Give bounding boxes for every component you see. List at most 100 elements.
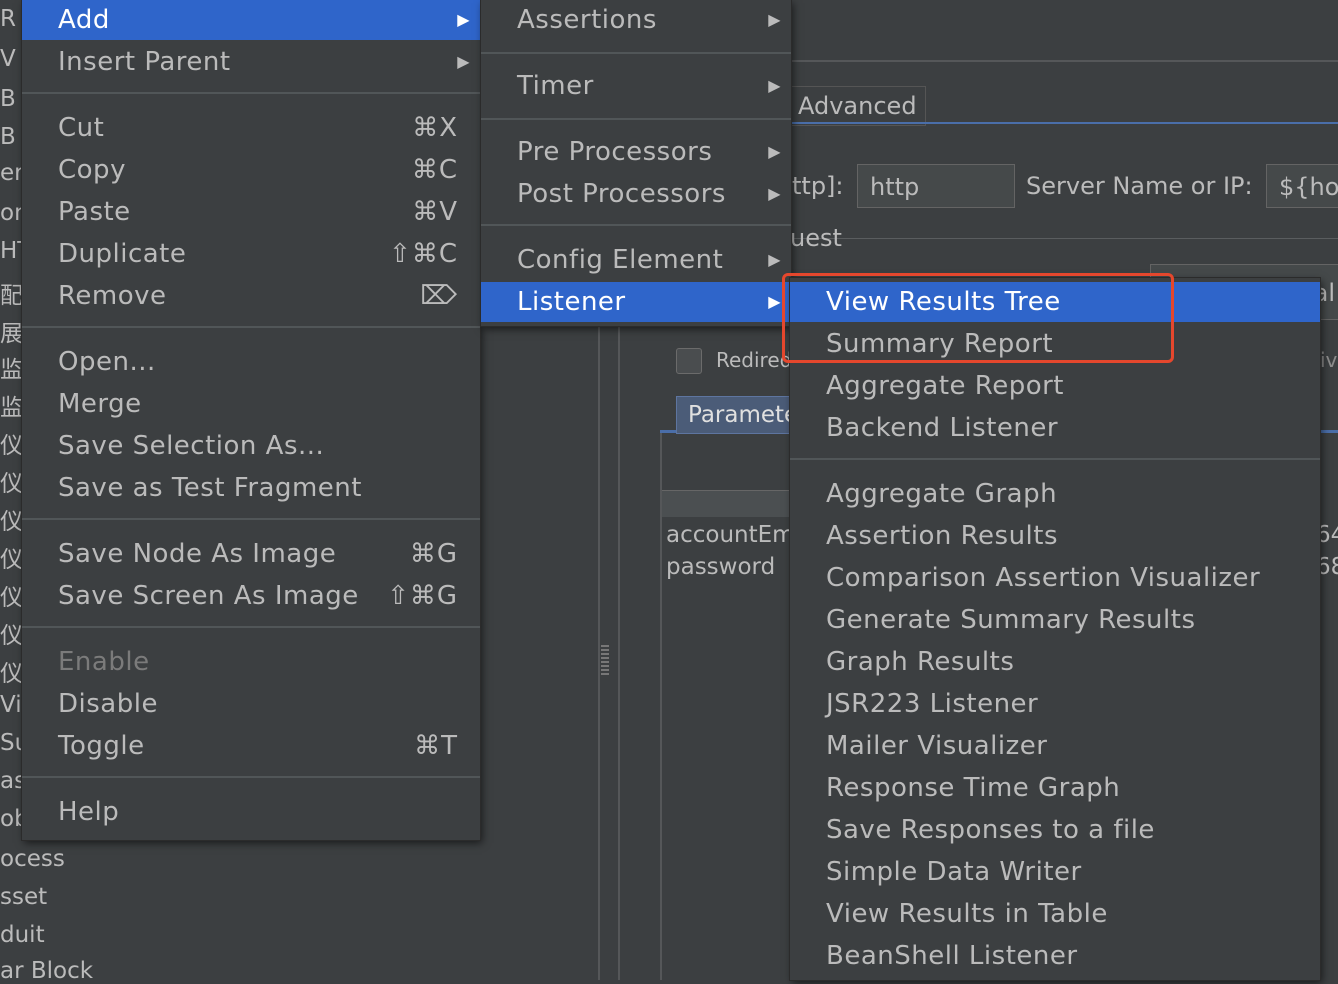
menu-item-jsr223-listener[interactable]: JSR223 Listener (790, 684, 1320, 724)
menu-item-duplicate[interactable]: Duplicate ⇧⌘C (22, 234, 480, 274)
submenu-arrow-icon: ▶ (768, 292, 781, 311)
menu-item-view-results-in-table[interactable]: View Results in Table (790, 894, 1320, 934)
menu-item-label: Simple Data Writer (826, 857, 1082, 887)
menu-item-config-element[interactable]: Config Element ▶ (481, 240, 791, 280)
menu-item-save-as-test-fragment[interactable]: Save as Test Fragment (22, 468, 480, 508)
menu-item-cut[interactable]: Cut ⌘X (22, 108, 480, 148)
menu-item-paste[interactable]: Paste ⌘V (22, 192, 480, 232)
listener-submenu: View Results Tree Summary Report Aggregate… (790, 278, 1320, 980)
menu-item-label: Mailer Visualizer (826, 731, 1048, 761)
menu-item-assertion-results[interactable]: Assertion Results (790, 516, 1320, 556)
menu-item-generate-summary-results[interactable]: Generate Summary Results (790, 600, 1320, 640)
menu-item-beanshell-listener[interactable]: BeanShell Listener (790, 936, 1320, 976)
tree-node[interactable]: ocess (0, 846, 65, 872)
menu-item-enable[interactable]: Enable (22, 642, 480, 682)
menu-item-save-responses-to-a-file[interactable]: Save Responses to a file (790, 810, 1320, 850)
menu-item-label: JSR223 Listener (826, 689, 1039, 719)
menu-item-label: Duplicate (58, 239, 187, 269)
menu-item-label: Save Node As Image (58, 539, 337, 569)
param-name-cell[interactable]: password (666, 554, 775, 580)
tree-node[interactable]: sset (0, 884, 47, 910)
menu-item-label: Graph Results (826, 647, 1015, 677)
tree-node[interactable]: B (0, 86, 16, 112)
menu-item-help[interactable]: Help (22, 792, 480, 832)
menu-item-label: Save Screen As Image (58, 581, 359, 611)
menu-item-disable[interactable]: Disable (22, 684, 480, 724)
panel-divider (598, 326, 600, 980)
splitter-handle[interactable] (601, 645, 609, 677)
menu-item-graph-results[interactable]: Graph Results (790, 642, 1320, 682)
redirect-checkbox[interactable] (676, 348, 702, 374)
shortcut-label: ⌘C (411, 155, 458, 185)
context-menu: Add ▶ Insert Parent ▶ Cut ⌘X Copy ⌘C Paste ⌘V Dupl… (22, 0, 480, 840)
menu-item-label: Generate Summary Results (826, 605, 1196, 635)
menu-item-label: Response Time Graph (826, 773, 1121, 803)
tree-node[interactable]: R (0, 6, 16, 32)
menu-item-label: Enable (58, 647, 150, 677)
menu-item-label: Paste (58, 197, 131, 227)
menu-item-summary-report[interactable]: Summary Report (790, 324, 1320, 364)
menu-item-post-processors[interactable]: Post Processors ▶ (481, 174, 791, 214)
menu-item-label: Save Selection As... (58, 431, 325, 461)
menu-item-copy[interactable]: Copy ⌘C (22, 150, 480, 190)
menu-item-save-screen-as-image[interactable]: Save Screen As Image ⇧⌘G (22, 576, 480, 616)
menu-item-label: View Results Tree (826, 287, 1061, 317)
menu-item-label: Listener (517, 287, 626, 317)
menu-item-label: Comparison Assertion Visualizer (826, 563, 1261, 593)
tree-node[interactable]: V (0, 46, 16, 72)
menu-item-save-selection-as[interactable]: Save Selection As... (22, 426, 480, 466)
tree-node[interactable]: ar Block (0, 958, 93, 984)
tree-node[interactable]: B (0, 124, 16, 150)
menu-item-label: Timer (517, 71, 594, 101)
submenu-arrow-icon: ▶ (768, 10, 781, 29)
menu-item-merge[interactable]: Merge (22, 384, 480, 424)
tab-advanced[interactable]: Advanced (789, 86, 926, 126)
menu-item-label: Cut (58, 113, 105, 143)
menu-item-label: Disable (58, 689, 158, 719)
param-name-cell[interactable]: accountEm (666, 522, 795, 548)
menu-item-label: Aggregate Report (826, 371, 1064, 401)
menu-item-view-results-tree[interactable]: View Results Tree (790, 282, 1320, 322)
menu-item-toggle[interactable]: Toggle ⌘T (22, 726, 480, 766)
menu-item-remove[interactable]: Remove ⌦ (22, 276, 480, 316)
tab-parameters[interactable]: Parameters (676, 396, 796, 434)
menu-item-open[interactable]: Open... (22, 342, 480, 382)
params-table-header (662, 490, 792, 517)
menu-item-response-time-graph[interactable]: Response Time Graph (790, 768, 1320, 808)
menu-item-comparison-assertion-visualizer[interactable]: Comparison Assertion Visualizer (790, 558, 1320, 598)
protocol-label: ttp]: (792, 172, 844, 200)
menu-item-label: Aggregate Graph (826, 479, 1058, 509)
redirect-label: Redired (716, 348, 793, 372)
menu-item-label: Backend Listener (826, 413, 1059, 443)
menu-item-save-node-as-image[interactable]: Save Node As Image ⌘G (22, 534, 480, 574)
menu-separator (22, 626, 480, 628)
menu-item-aggregate-graph[interactable]: Aggregate Graph (790, 474, 1320, 514)
shortcut-label: ⇧⌘C (389, 239, 458, 269)
menu-item-add[interactable]: Add ▶ (22, 0, 480, 40)
submenu-arrow-icon: ▶ (768, 76, 781, 95)
menu-item-assertions[interactable]: Assertions ▶ (481, 0, 791, 40)
server-name-field[interactable]: ${hos (1266, 164, 1338, 208)
shortcut-label: ⌘V (412, 197, 458, 227)
menu-item-label: Copy (58, 155, 126, 185)
menu-item-listener[interactable]: Listener ▶ (481, 282, 791, 322)
menu-item-pre-processors[interactable]: Pre Processors ▶ (481, 132, 791, 172)
menu-item-simple-data-writer[interactable]: Simple Data Writer (790, 852, 1320, 892)
panel-divider (618, 326, 620, 980)
menu-item-label: Config Element (517, 245, 724, 275)
menu-item-timer[interactable]: Timer ▶ (481, 66, 791, 106)
protocol-field[interactable]: http (857, 164, 1015, 208)
menu-item-label: Pre Processors (517, 137, 713, 167)
menu-item-label: Add (58, 5, 110, 35)
menu-item-aggregate-report[interactable]: Aggregate Report (790, 366, 1320, 406)
menu-separator (22, 518, 480, 520)
submenu-arrow-icon: ▶ (768, 250, 781, 269)
menu-item-insert-parent[interactable]: Insert Parent ▶ (22, 42, 480, 82)
submenu-arrow-icon: ▶ (768, 184, 781, 203)
add-submenu: Assertions ▶ Timer ▶ Pre Processors ▶ Post Pro… (481, 0, 791, 326)
menu-item-backend-listener[interactable]: Backend Listener (790, 408, 1320, 448)
server-name-label: Server Name or IP: (1026, 172, 1253, 200)
tree-node[interactable]: er (0, 160, 24, 186)
menu-item-mailer-visualizer[interactable]: Mailer Visualizer (790, 726, 1320, 766)
tree-node[interactable]: duit (0, 922, 45, 948)
